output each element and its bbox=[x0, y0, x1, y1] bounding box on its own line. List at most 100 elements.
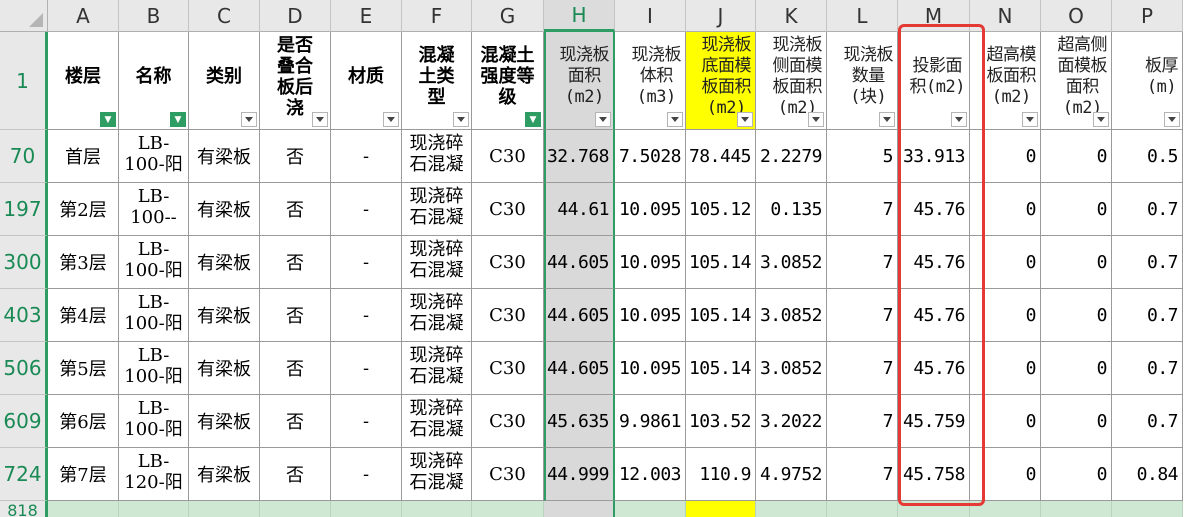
table-cell[interactable]: 7 bbox=[827, 342, 898, 395]
table-cell[interactable]: 10.095 bbox=[615, 289, 686, 342]
filter-dropdown-button[interactable] bbox=[808, 112, 824, 127]
table-cell[interactable] bbox=[119, 501, 189, 517]
table-cell[interactable]: LB- 100-阳 bbox=[119, 342, 189, 395]
row-header[interactable]: 724 bbox=[0, 448, 48, 501]
table-cell[interactable]: - bbox=[331, 448, 402, 501]
table-cell[interactable]: 0 bbox=[970, 342, 1041, 395]
table-cell[interactable]: 7 bbox=[827, 448, 898, 501]
filter-dropdown-button[interactable] bbox=[667, 112, 683, 127]
table-cell[interactable]: 3.0852 bbox=[756, 342, 827, 395]
table-cell[interactable]: 0 bbox=[970, 395, 1041, 448]
table-cell[interactable]: LB- 100-阳 bbox=[119, 236, 189, 289]
table-cell[interactable]: 0 bbox=[970, 130, 1041, 183]
table-cell[interactable]: 0 bbox=[1041, 236, 1112, 289]
table-cell[interactable]: C30 bbox=[472, 289, 544, 342]
table-cell[interactable]: 7.5028 bbox=[615, 130, 686, 183]
table-cell[interactable]: 0 bbox=[970, 236, 1041, 289]
table-cell[interactable] bbox=[756, 501, 827, 517]
table-cell[interactable]: 33.913 bbox=[898, 130, 970, 183]
table-cell[interactable]: 有梁板 bbox=[189, 395, 260, 448]
table-cell[interactable]: 4.9752 bbox=[756, 448, 827, 501]
table-cell[interactable] bbox=[260, 501, 331, 517]
column-header-k[interactable]: K bbox=[756, 0, 827, 32]
table-cell[interactable]: 0.7 bbox=[1112, 236, 1183, 289]
table-cell[interactable]: 首层 bbox=[48, 130, 119, 183]
table-cell[interactable]: 105.14 bbox=[686, 342, 756, 395]
filter-active-icon[interactable]: ▼ bbox=[170, 112, 186, 127]
table-cell[interactable]: C30 bbox=[472, 236, 544, 289]
table-cell[interactable]: - bbox=[331, 130, 402, 183]
table-cell[interactable]: 12.003 bbox=[615, 448, 686, 501]
filter-dropdown-button[interactable] bbox=[453, 112, 469, 127]
filter-dropdown-button[interactable] bbox=[241, 112, 257, 127]
table-cell[interactable]: - bbox=[331, 395, 402, 448]
header-cell-d[interactable]: 是否 叠合 板后 浇 bbox=[260, 32, 331, 130]
table-cell[interactable]: 现浇碎 石混凝 bbox=[402, 448, 472, 501]
table-cell[interactable]: 78.445 bbox=[686, 130, 756, 183]
table-cell[interactable] bbox=[827, 501, 898, 517]
row-header[interactable]: 70 bbox=[0, 130, 48, 183]
table-cell[interactable] bbox=[331, 501, 402, 517]
header-cell-p[interactable]: 板厚 (m) bbox=[1112, 32, 1183, 130]
table-cell[interactable]: 3.0852 bbox=[756, 236, 827, 289]
table-cell[interactable]: 第5层 bbox=[48, 342, 119, 395]
header-cell-o[interactable]: 超高侧 面模板 面积 (m2) bbox=[1041, 32, 1112, 130]
filter-active-icon[interactable]: ▼ bbox=[100, 112, 116, 127]
row-header[interactable]: 300 bbox=[0, 236, 48, 289]
table-cell[interactable]: - bbox=[331, 183, 402, 236]
table-cell[interactable]: 0.7 bbox=[1112, 342, 1183, 395]
column-header-h[interactable]: H bbox=[544, 0, 615, 32]
header-cell-j[interactable]: 现浇板 底面模 板面积 (m2) bbox=[686, 32, 756, 130]
header-cell-g[interactable]: 混凝土 强度等 级 ▼ bbox=[472, 32, 544, 130]
table-cell[interactable] bbox=[189, 501, 260, 517]
table-cell[interactable] bbox=[48, 501, 119, 517]
table-cell[interactable] bbox=[686, 501, 756, 517]
table-cell[interactable] bbox=[615, 501, 686, 517]
row-header[interactable]: 818 bbox=[0, 501, 48, 517]
table-cell[interactable] bbox=[1112, 501, 1183, 517]
table-cell[interactable]: 否 bbox=[260, 342, 331, 395]
header-cell-e[interactable]: 材质 bbox=[331, 32, 402, 130]
table-cell[interactable]: 0 bbox=[1041, 289, 1112, 342]
table-cell[interactable]: 103.52 bbox=[686, 395, 756, 448]
table-cell[interactable]: 0 bbox=[1041, 183, 1112, 236]
table-cell[interactable]: 44.61 bbox=[544, 183, 615, 236]
table-cell[interactable]: 有梁板 bbox=[189, 342, 260, 395]
table-cell[interactable]: C30 bbox=[472, 342, 544, 395]
table-cell[interactable]: 3.0852 bbox=[756, 289, 827, 342]
table-cell[interactable]: 44.605 bbox=[544, 342, 615, 395]
table-cell[interactable] bbox=[472, 501, 544, 517]
table-cell[interactable]: 7 bbox=[827, 395, 898, 448]
table-cell[interactable]: LB- 120-阳 bbox=[119, 448, 189, 501]
column-header-i[interactable]: I bbox=[615, 0, 686, 32]
table-cell[interactable]: 110.9 bbox=[686, 448, 756, 501]
table-cell[interactable]: 0 bbox=[970, 448, 1041, 501]
column-header-l[interactable]: L bbox=[827, 0, 898, 32]
table-cell[interactable]: 现浇碎 石混凝 bbox=[402, 342, 472, 395]
table-cell[interactable]: 现浇碎 石混凝 bbox=[402, 130, 472, 183]
table-cell[interactable]: 105.12 bbox=[686, 183, 756, 236]
table-cell[interactable]: 第6层 bbox=[48, 395, 119, 448]
column-header-m[interactable]: M bbox=[898, 0, 970, 32]
table-cell[interactable]: 0.5 bbox=[1112, 130, 1183, 183]
table-cell[interactable] bbox=[544, 501, 615, 517]
table-cell[interactable]: 现浇碎 石混凝 bbox=[402, 236, 472, 289]
table-cell[interactable]: 45.635 bbox=[544, 395, 615, 448]
filter-dropdown-button[interactable] bbox=[951, 112, 967, 127]
table-cell[interactable]: 2.2279 bbox=[756, 130, 827, 183]
table-cell[interactable]: 0 bbox=[970, 289, 1041, 342]
table-cell[interactable]: 否 bbox=[260, 448, 331, 501]
table-cell[interactable]: 3.2022 bbox=[756, 395, 827, 448]
table-cell[interactable]: 否 bbox=[260, 395, 331, 448]
column-header-j[interactable]: J bbox=[686, 0, 756, 32]
filter-dropdown-button[interactable] bbox=[383, 112, 399, 127]
table-cell[interactable]: 有梁板 bbox=[189, 236, 260, 289]
table-cell[interactable]: LB- 100-- bbox=[119, 183, 189, 236]
column-header-a[interactable]: A bbox=[48, 0, 119, 32]
column-header-c[interactable]: C bbox=[189, 0, 260, 32]
table-cell[interactable]: C30 bbox=[472, 395, 544, 448]
table-cell[interactable]: 0.135 bbox=[756, 183, 827, 236]
table-cell[interactable]: 0 bbox=[1041, 130, 1112, 183]
table-cell[interactable]: 45.759 bbox=[898, 395, 970, 448]
table-cell[interactable]: 0 bbox=[1041, 395, 1112, 448]
